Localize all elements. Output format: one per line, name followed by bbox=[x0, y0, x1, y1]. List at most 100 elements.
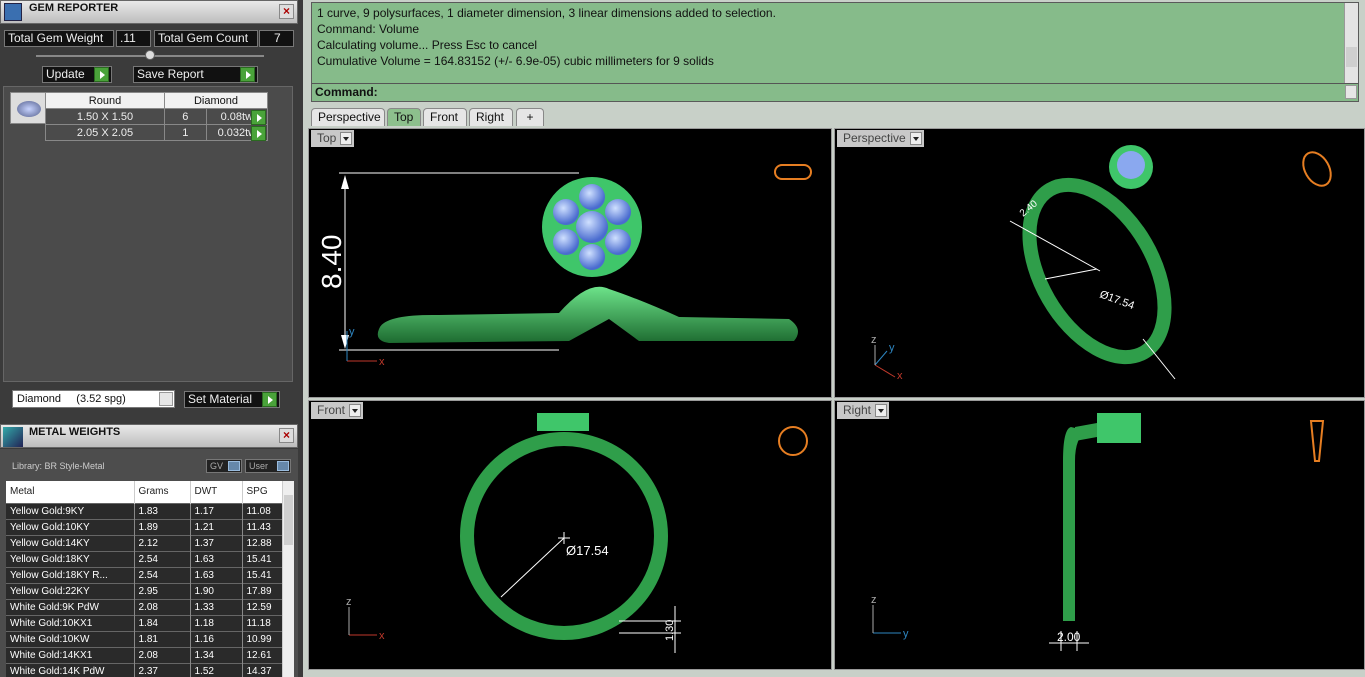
viewport-right[interactable]: 2.00 y z Right bbox=[834, 400, 1365, 670]
ring-band bbox=[1022, 177, 1172, 365]
metal-name: White Gold:14K PdW bbox=[6, 663, 135, 677]
z-axis-label: z bbox=[346, 596, 352, 608]
metal-name: Yellow Gold:18KY bbox=[6, 551, 135, 567]
ring-thumbnail-icon bbox=[778, 426, 808, 456]
gem-shape-header: Round bbox=[45, 92, 165, 109]
chevron-down-icon bbox=[909, 132, 922, 145]
spg-value: 14.37 bbox=[246, 665, 272, 677]
perspective-diameter: Ø17.54 bbox=[1098, 289, 1136, 313]
dwt-col-header[interactable]: DWT bbox=[190, 481, 243, 503]
viewport-perspective[interactable]: Ø17.54 2.40 x y z Perspective bbox=[834, 128, 1365, 398]
play-arrow-icon[interactable] bbox=[251, 110, 266, 125]
viewport-label-top[interactable]: Top bbox=[311, 130, 355, 147]
spg-value: 12.61 bbox=[246, 649, 272, 661]
viewport-front[interactable]: Ø17.54 1.30 x z Front bbox=[308, 400, 832, 670]
gem-reporter-icon bbox=[4, 3, 22, 21]
viewport-label-right[interactable]: Right bbox=[837, 402, 890, 419]
x-axis-icon bbox=[874, 364, 896, 378]
spg-col-header[interactable]: SPG bbox=[242, 481, 282, 503]
splitter-knob-icon[interactable] bbox=[145, 50, 155, 60]
metal-table-container: Metal Grams DWT SPG Yellow Gold:9KY 1.83 1… bbox=[6, 481, 294, 677]
set-material-button[interactable]: Set Material bbox=[184, 391, 280, 408]
tab-perspective[interactable]: Perspective bbox=[311, 108, 385, 126]
dwt-value: 1.33 bbox=[190, 599, 243, 615]
command-line: Calculating volume... Press Esc to cance… bbox=[317, 38, 538, 52]
perspective-view-svg: Ø17.54 2.40 x y z bbox=[871, 145, 1332, 382]
viewport-top[interactable]: 8.40 x y Top bbox=[308, 128, 832, 398]
gem-icon bbox=[17, 101, 41, 117]
table-row[interactable]: White Gold:14K PdW 2.37 1.52 14.37 bbox=[6, 663, 282, 677]
scrollbar-thumb[interactable] bbox=[1346, 47, 1357, 67]
stone-cluster bbox=[1117, 151, 1145, 179]
small-dimension: 1.30 bbox=[664, 620, 676, 641]
viewport-label-text: Top bbox=[317, 131, 337, 145]
user-toggle[interactable]: User bbox=[245, 459, 291, 473]
set-material-label: Set Material bbox=[188, 392, 253, 406]
tab-top[interactable]: Top bbox=[387, 108, 421, 126]
y-axis-label: y bbox=[349, 326, 355, 338]
y-axis-label: y bbox=[889, 342, 895, 354]
metal-name: White Gold:9K PdW bbox=[6, 599, 135, 615]
ring-bridge bbox=[1075, 423, 1097, 441]
grams-col-header[interactable]: Grams bbox=[134, 481, 191, 503]
spg-value: 15.41 bbox=[246, 569, 272, 581]
tab-right[interactable]: Right bbox=[469, 108, 513, 126]
tab-front[interactable]: Front bbox=[423, 108, 467, 126]
scrollbar[interactable] bbox=[282, 481, 294, 677]
y-axis-label: y bbox=[903, 628, 909, 640]
gem-count: 1 bbox=[164, 124, 207, 141]
chevron-down-icon bbox=[349, 404, 362, 417]
material-select-value: Diamond (3.52 spg) bbox=[17, 393, 126, 405]
library-label: Library: BR Style-Metal bbox=[12, 461, 105, 471]
gem-size: 1.50 X 1.50 bbox=[45, 108, 165, 125]
gem-row[interactable]: 2.05 X 2.05 1 0.032tw bbox=[45, 124, 269, 141]
gem-size: 2.05 X 2.05 bbox=[45, 124, 165, 141]
table-row[interactable]: White Gold:14KX1 2.08 1.34 12.61 bbox=[6, 647, 282, 663]
round-gem-thumbnail[interactable] bbox=[10, 92, 46, 124]
save-report-button[interactable]: Save Report bbox=[133, 66, 258, 83]
ring-thumbnail-icon bbox=[1302, 151, 1332, 187]
top-view-svg: 8.40 x y bbox=[316, 164, 812, 368]
add-tab-icon[interactable]: + bbox=[516, 108, 544, 126]
update-button[interactable]: Update bbox=[42, 66, 112, 83]
table-row[interactable]: Yellow Gold:22KY 2.95 1.90 17.89 bbox=[6, 583, 282, 599]
viewport-label-perspective[interactable]: Perspective bbox=[837, 130, 924, 147]
play-arrow-icon[interactable] bbox=[251, 126, 266, 141]
gem-type-header: Diamond bbox=[164, 92, 268, 109]
table-row[interactable]: Yellow Gold:9KY 1.83 1.17 11.08 bbox=[6, 503, 282, 519]
gem-row[interactable]: 1.50 X 1.50 6 0.08tw bbox=[45, 108, 269, 125]
grams-value: 2.95 bbox=[134, 583, 191, 599]
viewport-label-front[interactable]: Front bbox=[311, 402, 364, 419]
viewport-label-text: Perspective bbox=[843, 131, 906, 145]
table-row[interactable]: Yellow Gold:18KY 2.54 1.63 15.41 bbox=[6, 551, 282, 567]
toggle-icon bbox=[277, 461, 289, 471]
table-row[interactable]: Yellow Gold:14KY 2.12 1.37 12.88 bbox=[6, 535, 282, 551]
scrollbar-thumb[interactable] bbox=[284, 495, 293, 545]
close-icon[interactable]: × bbox=[279, 428, 294, 443]
chevron-down-icon[interactable] bbox=[1345, 85, 1357, 99]
close-icon[interactable]: × bbox=[279, 4, 294, 19]
material-select[interactable]: Diamond (3.52 spg) bbox=[12, 390, 175, 408]
save-report-label: Save Report bbox=[137, 67, 204, 81]
metal-name: Yellow Gold:10KY bbox=[6, 519, 135, 535]
table-row[interactable]: White Gold:10KW 1.81 1.16 10.99 bbox=[6, 631, 282, 647]
rhino-workspace: 1 curve, 9 polysurfaces, 1 diameter dime… bbox=[303, 0, 1365, 677]
table-row[interactable]: White Gold:10KX1 1.84 1.18 11.18 bbox=[6, 615, 282, 631]
table-row[interactable]: Yellow Gold:18KY R... 2.54 1.63 15.41 bbox=[6, 567, 282, 583]
play-arrow-icon bbox=[240, 67, 255, 82]
command-scrollbar[interactable] bbox=[1344, 3, 1358, 83]
ring-thumbnail-icon bbox=[774, 164, 812, 180]
command-history[interactable]: 1 curve, 9 polysurfaces, 1 diameter dime… bbox=[311, 2, 1359, 102]
metal-col-header[interactable]: Metal bbox=[6, 481, 135, 503]
spg-value: 11.43 bbox=[246, 521, 271, 533]
update-label: Update bbox=[46, 67, 85, 81]
grams-value: 1.83 bbox=[134, 503, 191, 519]
chevron-down-icon bbox=[875, 404, 888, 417]
right-view-svg: 2.00 y z bbox=[871, 413, 1325, 651]
table-row[interactable]: White Gold:9K PdW 2.08 1.33 12.59 bbox=[6, 599, 282, 615]
table-row[interactable]: Yellow Gold:10KY 1.89 1.21 11.43 bbox=[6, 519, 282, 535]
gv-toggle[interactable]: GV bbox=[206, 459, 242, 473]
width-dimension: 2.00 bbox=[1057, 630, 1081, 644]
command-prompt-bar[interactable]: Command: bbox=[312, 83, 1358, 101]
metal-name: White Gold:10KW bbox=[6, 631, 135, 647]
